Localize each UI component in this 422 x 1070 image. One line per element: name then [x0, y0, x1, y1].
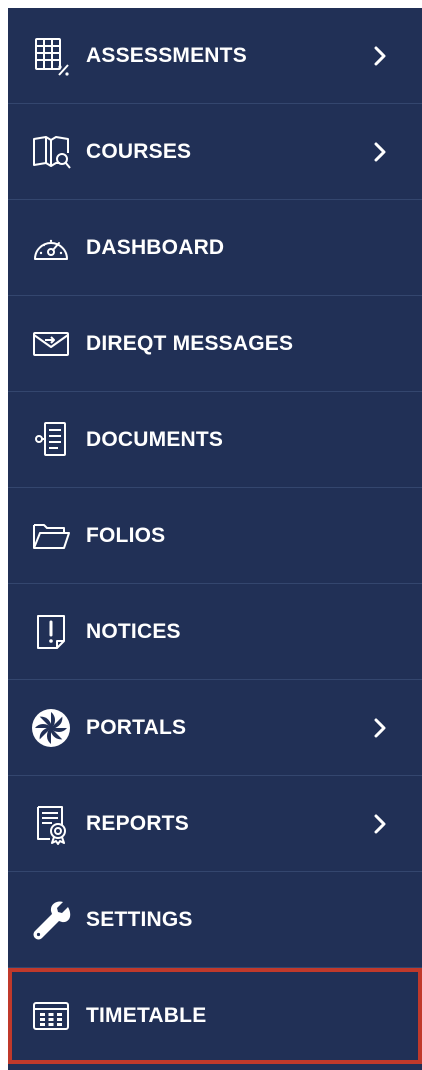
chevron-right-icon[interactable]	[370, 44, 390, 68]
nav-item-direqt-messages[interactable]: DIREQT MESSAGES	[8, 296, 422, 392]
nav-item-notices[interactable]: NOTICES	[8, 584, 422, 680]
chevron-right-icon[interactable]	[370, 140, 390, 164]
nav-item-label: COURSES	[86, 139, 192, 163]
wrench-icon	[30, 899, 72, 941]
nav-item-label: REPORTS	[86, 811, 189, 835]
reports-icon	[30, 803, 72, 845]
nav-item-documents[interactable]: DOCUMENTS	[8, 392, 422, 488]
nav-item-timetable[interactable]: TIMETABLE	[8, 968, 422, 1064]
folder-icon	[30, 515, 72, 557]
dashboard-gauge-icon	[30, 227, 72, 269]
nav-item-label: ASSESSMENTS	[86, 43, 247, 67]
chevron-right-icon[interactable]	[370, 812, 390, 836]
nav-item-settings[interactable]: SETTINGS	[8, 872, 422, 968]
chevron-right-icon[interactable]	[370, 716, 390, 740]
nav-item-label: DOCUMENTS	[86, 427, 224, 451]
nav-item-reports[interactable]: REPORTS	[8, 776, 422, 872]
nav-item-label: DIREQT MESSAGES	[86, 331, 294, 355]
message-envelope-icon	[30, 323, 72, 365]
nav-item-folios[interactable]: FOLIOS	[8, 488, 422, 584]
nav-item-label: PORTALS	[86, 715, 187, 739]
assessments-icon	[30, 35, 72, 77]
courses-icon	[30, 131, 72, 173]
nav-item-assessments[interactable]: ASSESSMENTS	[8, 8, 422, 104]
notice-icon	[30, 611, 72, 653]
portals-icon	[30, 707, 72, 749]
nav-item-dashboard[interactable]: DASHBOARD	[8, 200, 422, 296]
nav-item-label: DASHBOARD	[86, 235, 225, 259]
nav-item-courses[interactable]: COURSES	[8, 104, 422, 200]
nav-item-label: NOTICES	[86, 619, 181, 643]
nav-item-label: TIMETABLE	[86, 1004, 207, 1027]
nav-item-label: FOLIOS	[86, 523, 166, 547]
documents-icon	[30, 419, 72, 461]
sidebar-nav: ASSESSMENTS COURSES DASHBOARD DIREQT MES…	[8, 8, 422, 1070]
nav-item-portals[interactable]: PORTALS	[8, 680, 422, 776]
nav-item-label: SETTINGS	[86, 907, 193, 931]
timetable-icon	[30, 995, 72, 1037]
